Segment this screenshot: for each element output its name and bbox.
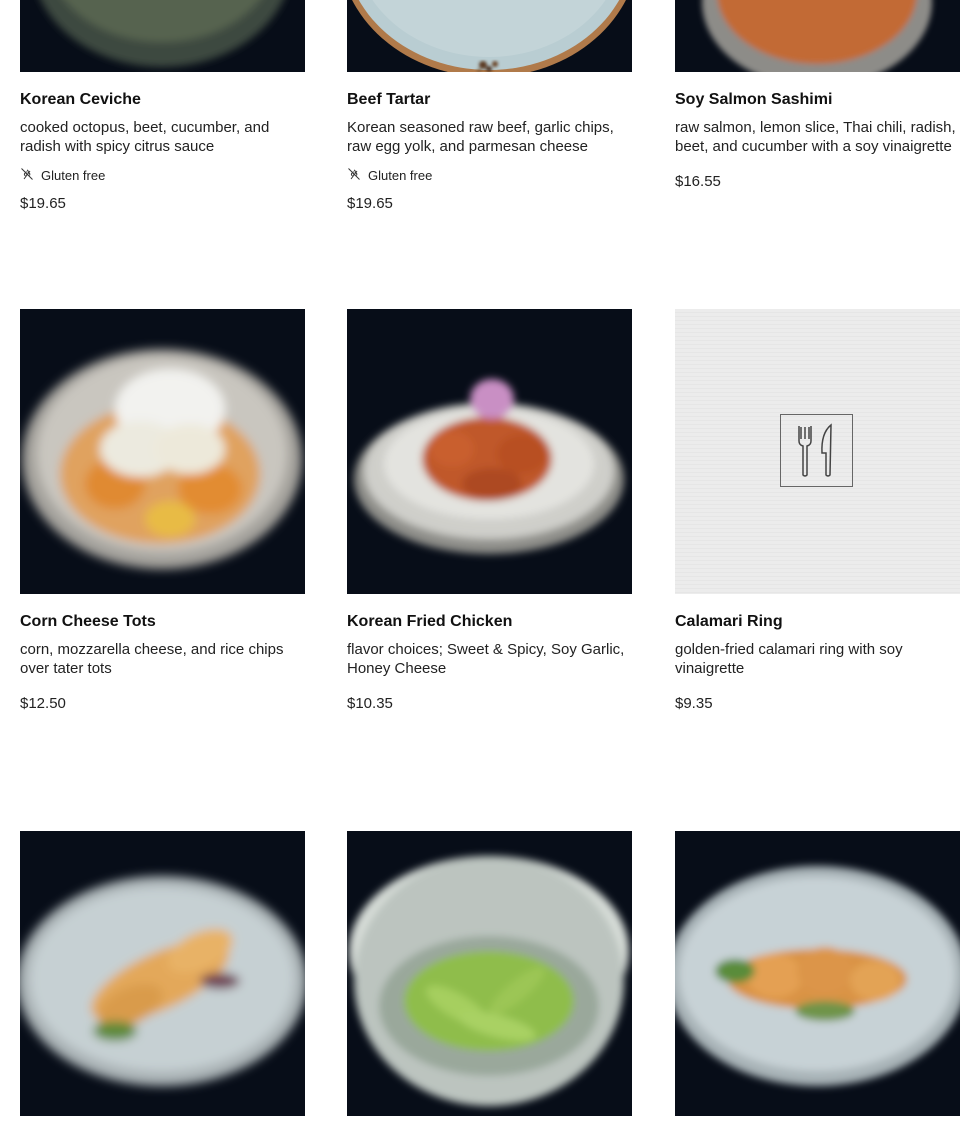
dish-price: $16.55 xyxy=(675,173,721,190)
dish-photo-corn-cheese-tots[interactable] xyxy=(20,309,305,594)
dish-photo-row3-3[interactable] xyxy=(675,831,960,1116)
dish-price: $19.65 xyxy=(347,195,393,212)
plate-image xyxy=(675,866,960,1086)
menu-item-korean-fried-chicken[interactable]: Korean Fried Chicken flavor choices; Swe… xyxy=(347,612,632,713)
dish-price: $19.65 xyxy=(20,195,66,212)
dish-photo-beef-tartar[interactable] xyxy=(347,0,632,72)
no-wheat-icon xyxy=(20,167,34,185)
menu-item-calamari-ring[interactable]: Calamari Ring golden-fried calamari ring… xyxy=(675,612,960,713)
dish-photo-placeholder[interactable] xyxy=(675,309,960,594)
dish-price: $9.35 xyxy=(675,695,713,712)
plate-image xyxy=(349,856,629,1106)
dish-description: golden-fried calamari ring with soy vina… xyxy=(675,641,903,677)
dish-description: flavor choices; Sweet & Spicy, Soy Garli… xyxy=(347,641,625,677)
no-wheat-icon xyxy=(347,167,361,185)
tag-label: Gluten free xyxy=(41,168,106,183)
dish-photo-korean-ceviche[interactable] xyxy=(20,0,305,72)
dish-description: Korean seasoned raw beef, garlic chips, … xyxy=(347,119,614,155)
dish-price: $12.50 xyxy=(20,695,66,712)
dish-name[interactable]: Corn Cheese Tots xyxy=(20,612,305,632)
dish-photo-row3-1[interactable] xyxy=(20,831,305,1116)
menu-item-beef-tartar[interactable]: Beef Tartar Korean seasoned raw beef, ga… xyxy=(347,90,632,213)
dish-photo-soy-salmon-sashimi[interactable] xyxy=(675,0,960,72)
menu-item-corn-cheese-tots[interactable]: Corn Cheese Tots corn, mozzarella cheese… xyxy=(20,612,305,713)
dish-name[interactable]: Beef Tartar xyxy=(347,90,632,110)
dish-name[interactable]: Korean Fried Chicken xyxy=(347,612,632,632)
plate-image xyxy=(702,0,932,72)
dietary-tag: Gluten free xyxy=(20,167,305,185)
menu-item-soy-salmon-sashimi[interactable]: Soy Salmon Sashimi raw salmon, lemon sli… xyxy=(675,90,960,191)
plate-image xyxy=(352,0,626,72)
dish-name[interactable]: Soy Salmon Sashimi xyxy=(675,90,960,110)
dish-price: $10.35 xyxy=(347,695,393,712)
dish-description: raw salmon, lemon slice, Thai chili, rad… xyxy=(675,119,956,155)
tag-label: Gluten free xyxy=(368,168,433,183)
dish-description: cooked octopus, beet, cucumber, and radi… xyxy=(20,119,270,155)
menu-grid: Korean Ceviche cooked octopus, beet, cuc… xyxy=(0,0,965,1130)
dish-name[interactable]: Calamari Ring xyxy=(675,612,960,632)
plate-image xyxy=(22,349,302,569)
plate-image xyxy=(20,876,305,1086)
dish-photo-korean-fried-chicken[interactable] xyxy=(347,309,632,594)
plate-image xyxy=(354,379,624,554)
dish-description: corn, mozzarella cheese, and rice chips … xyxy=(20,641,284,677)
menu-item-korean-ceviche[interactable]: Korean Ceviche cooked octopus, beet, cuc… xyxy=(20,90,305,213)
dish-photo-row3-2[interactable] xyxy=(347,831,632,1116)
dish-name[interactable]: Korean Ceviche xyxy=(20,90,305,110)
fork-knife-icon xyxy=(780,414,853,487)
dietary-tag: Gluten free xyxy=(347,167,632,185)
plate-image xyxy=(40,0,284,67)
